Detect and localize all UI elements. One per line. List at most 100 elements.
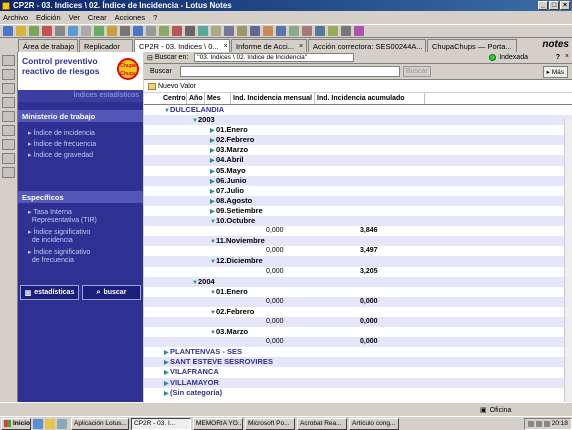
tab-replicator[interactable]: Replicador xyxy=(79,39,133,52)
table-row[interactable]: ▶05.Mayo xyxy=(144,166,572,176)
tab-cp2r[interactable]: CP2R - 03. Indices \ 0... × xyxy=(134,39,230,52)
toolbar-icon[interactable] xyxy=(133,26,143,36)
table-row[interactable]: 0,000 3,205 xyxy=(144,267,572,277)
task-cp2r[interactable]: CP2R - 03. I... xyxy=(131,417,191,430)
table-row[interactable]: ▶07.Julio xyxy=(144,186,572,196)
table-row[interactable]: ▼02.Febrero xyxy=(144,307,572,317)
link-indice-incidencia[interactable]: ▸ Índice de incidencia xyxy=(18,128,143,139)
link-indice-frecuencia[interactable]: ▸ Índice de frecuencia xyxy=(18,139,143,150)
search-button[interactable]: ⌕ buscar xyxy=(82,285,141,300)
search-icon[interactable] xyxy=(2,153,15,164)
table-row[interactable]: ▼2004 xyxy=(144,276,572,287)
vertical-scrollbar[interactable] xyxy=(564,119,572,402)
folder-icon[interactable] xyxy=(2,167,15,178)
calendar-icon[interactable] xyxy=(2,69,15,80)
close-search-icon[interactable]: × xyxy=(565,53,569,60)
databases-icon[interactable] xyxy=(2,139,15,150)
menu-archivo[interactable]: Archivo xyxy=(3,13,28,22)
toolbar-icon[interactable] xyxy=(263,26,273,36)
table-row[interactable]: 0,000 3,846 xyxy=(144,226,572,236)
link-tir[interactable]: ▸ Tasa Interna Representativa (TIR) xyxy=(18,209,143,225)
table-row[interactable]: ▶06.Junio xyxy=(144,175,572,186)
link-indice-gravedad[interactable]: ▸ Índice de gravedad xyxy=(18,150,143,161)
tab-accion-correctora[interactable]: Acción correctora: SES00244A...× xyxy=(308,39,426,52)
toolbar-icon[interactable] xyxy=(354,26,364,36)
toolbar-icon[interactable] xyxy=(198,26,208,36)
table-row[interactable]: ▶VILAFRANCA xyxy=(144,367,572,377)
task-powerpoint[interactable]: Microsoft Po... xyxy=(245,417,295,430)
toolbar-icon[interactable] xyxy=(16,26,26,36)
ie-icon[interactable] xyxy=(33,418,43,429)
toolbar-icon[interactable] xyxy=(159,26,169,36)
search-submit-button[interactable]: Buscar xyxy=(402,66,431,77)
task-acrobat[interactable]: Acrobat Rea... xyxy=(297,417,347,430)
menu-edicion[interactable]: Edición xyxy=(36,13,61,22)
menu-ver[interactable]: Ver xyxy=(69,13,80,22)
tab-informe[interactable]: Informe de Acci... × xyxy=(231,39,307,52)
menu-help[interactable]: ? xyxy=(153,13,157,22)
tray-icon[interactable] xyxy=(527,420,534,427)
table-row[interactable]: 0,000 3,497 xyxy=(144,246,572,256)
table-row[interactable]: ▼DULCELANDIA xyxy=(144,105,572,115)
col-ano[interactable]: Año xyxy=(187,93,205,104)
todo-icon[interactable] xyxy=(2,97,15,108)
minimize-button[interactable]: _ xyxy=(538,1,548,10)
table-row[interactable]: 0,000 0,000 xyxy=(144,296,572,307)
location-status[interactable]: ▣ Oficina xyxy=(480,406,511,415)
statistics-button[interactable]: ▥ estadísticas xyxy=(20,285,79,300)
table-row[interactable]: ▼12.Diciembre xyxy=(144,256,572,267)
help-icon[interactable]: ? xyxy=(556,54,560,61)
table-row[interactable]: ▶(Sin categoría) xyxy=(144,388,572,398)
toolbar-icon[interactable] xyxy=(81,26,91,36)
favorites-icon[interactable] xyxy=(2,125,15,136)
toolbar-icon[interactable] xyxy=(224,26,234,36)
table-row[interactable]: ▶02.Febrero xyxy=(144,135,572,146)
table-row[interactable]: ▶04.Abril xyxy=(144,155,572,166)
col-mes[interactable]: Mes xyxy=(205,93,231,104)
col-centro[interactable]: Centro xyxy=(161,93,187,104)
search-input[interactable] xyxy=(179,66,400,77)
close-tab-icon[interactable]: × xyxy=(299,43,303,50)
table-row[interactable]: ▶09.Setiembre xyxy=(144,206,572,216)
toolbar-icon[interactable] xyxy=(3,26,13,36)
table-row[interactable]: ▼01.Enero xyxy=(144,287,572,297)
toolbar-icon[interactable] xyxy=(315,26,325,36)
table-row[interactable]: ▶VILLAMAYOR xyxy=(144,377,572,388)
table-row[interactable]: ▼10.Octubre xyxy=(144,216,572,227)
link-indice-sig-frecuencia[interactable]: ▸ Índice significativo de frecuencia xyxy=(18,249,143,265)
toolbar-icon[interactable] xyxy=(107,26,117,36)
col-mensual[interactable]: Ind. Incidencia mensual xyxy=(231,93,315,104)
more-options-button[interactable]: ▸ Más xyxy=(542,66,568,78)
toolbar-icon[interactable] xyxy=(289,26,299,36)
table-row[interactable]: ▶03.Marzo xyxy=(144,145,572,155)
col-acumulado[interactable]: Ind. Incidencia acumulado xyxy=(315,93,425,104)
tab-chupachups[interactable]: ChupaChups — Porta... xyxy=(427,39,517,52)
toolbar-icon[interactable] xyxy=(328,26,338,36)
table-row[interactable]: ▼2003 xyxy=(144,115,572,126)
toolbar-icon[interactable] xyxy=(250,26,260,36)
toolbar-icon[interactable] xyxy=(172,26,182,36)
menu-acciones[interactable]: Acciones xyxy=(115,13,145,22)
task-memoria[interactable]: MEMORIA YO... xyxy=(193,417,243,430)
table-row[interactable]: 0,000 0,000 xyxy=(144,337,572,348)
toolbar-icon[interactable] xyxy=(302,26,312,36)
mail-icon[interactable] xyxy=(2,55,15,66)
toolbar-icon[interactable] xyxy=(237,26,247,36)
table-row[interactable]: ▶PLANTENVAS - SES xyxy=(144,347,572,357)
start-button[interactable]: Inicio xyxy=(1,417,31,430)
toolbar-icon[interactable] xyxy=(94,26,104,36)
replicator-icon[interactable] xyxy=(2,111,15,122)
tab-workspace[interactable]: Área de trabajo xyxy=(18,39,78,52)
table-row[interactable]: ▶08.Agosto xyxy=(144,195,572,206)
toolbar-icon[interactable] xyxy=(146,26,156,36)
toolbar-icon[interactable] xyxy=(276,26,286,36)
menu-crear[interactable]: Crear xyxy=(88,13,107,22)
toolbar-icon[interactable] xyxy=(55,26,65,36)
toolbar-icon[interactable] xyxy=(68,26,78,36)
link-indice-sig-incidencia[interactable]: ▸ Índice significativo de incidencia xyxy=(18,229,143,245)
contacts-icon[interactable] xyxy=(2,83,15,94)
tray-icon[interactable] xyxy=(543,420,550,427)
outlook-icon[interactable] xyxy=(45,418,55,429)
tray-icon[interactable] xyxy=(535,420,542,427)
toolbar-icon[interactable] xyxy=(185,26,195,36)
